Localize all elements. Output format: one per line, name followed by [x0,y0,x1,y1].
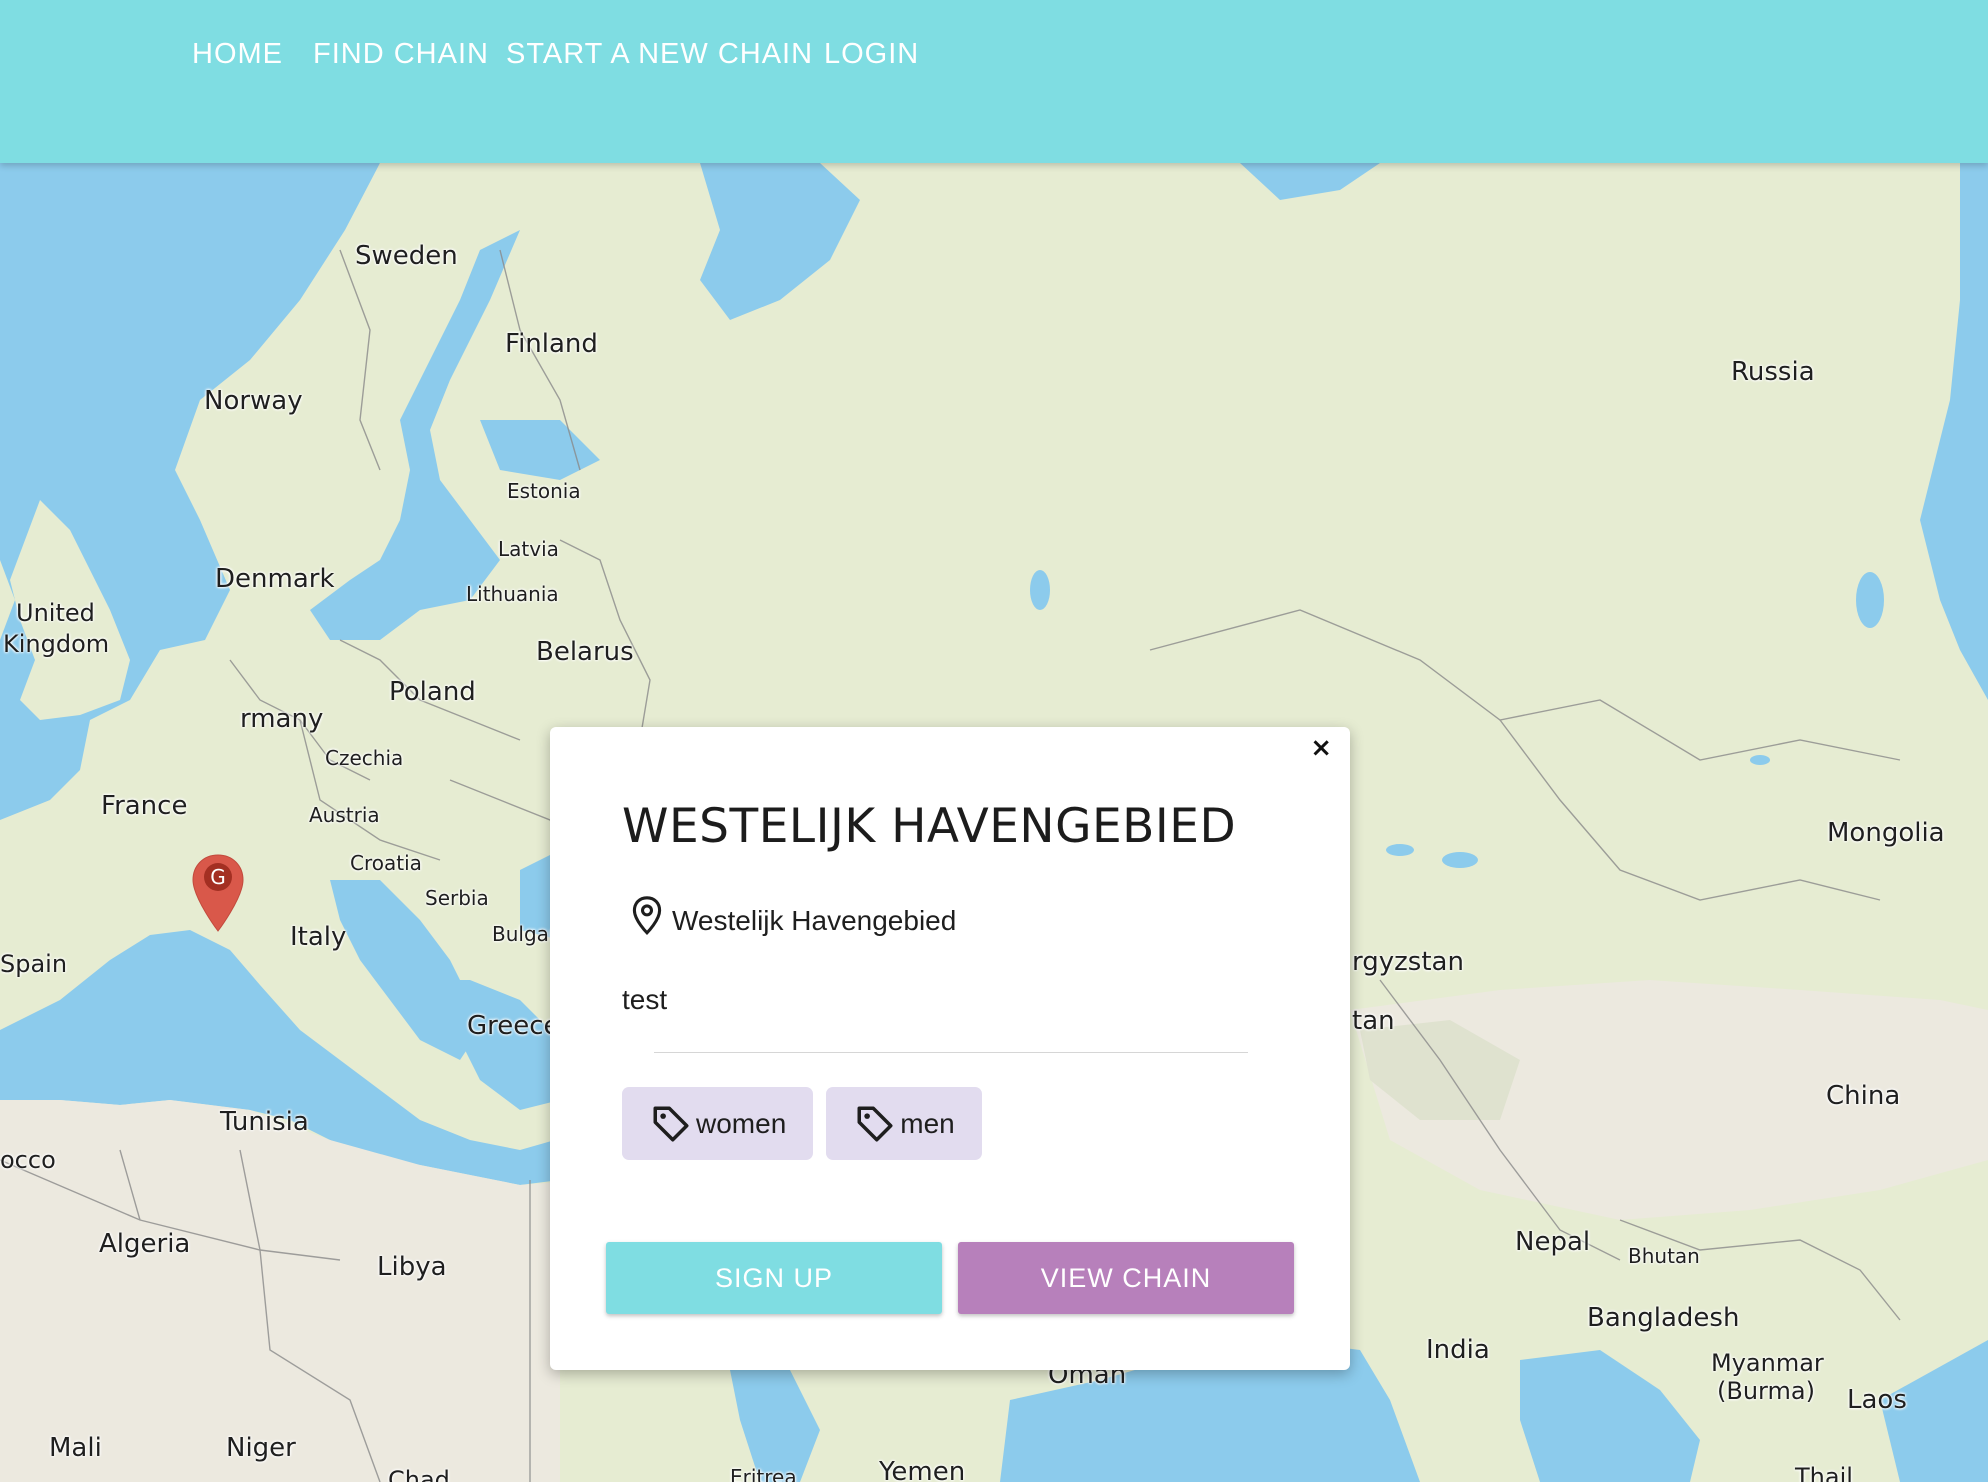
view-chain-button[interactable]: VIEW CHAIN [958,1242,1294,1314]
tag-women[interactable]: women [622,1087,814,1160]
map-label-morocco: occo [0,1146,56,1174]
tag-men[interactable]: men [826,1087,982,1160]
map-label-libya: Libya [377,1252,447,1282]
divider [654,1052,1248,1053]
map-label-chad: Chad [388,1466,450,1482]
nav-login-link[interactable]: LOGIN [824,38,919,71]
map-label-eritrea: Eritrea [730,1465,797,1482]
tag-label: men [900,1107,955,1139]
map-label-myanmar: Myanmar [1711,1349,1824,1377]
map-label-bulgaria: Bulgar [492,922,558,946]
map-label-thailand: Thail [1795,1463,1853,1482]
map-label-germany: rmany [240,704,324,734]
popup-description: test [622,984,668,1015]
map-label-latvia: Latvia [498,537,559,561]
map-label-bhutan: Bhutan [1628,1244,1700,1268]
map-label-lithuania: Lithuania [466,582,559,606]
tag-list: women men [622,1087,995,1160]
map-label-bangladesh: Bangladesh [1587,1303,1740,1333]
popup-location: Westelijk Havengebied [630,895,956,937]
popup-location-text: Westelijk Havengebied [672,905,957,936]
map-label-india: India [1426,1335,1490,1365]
close-icon[interactable]: × [1310,733,1332,763]
nav-find-chain-link[interactable]: FIND CHAIN [313,38,489,71]
map-label-russia: Russia [1731,357,1815,387]
nav-home-link[interactable]: HOME [192,38,283,71]
map-label-niger: Niger [226,1433,296,1463]
map-label-tunisia: Tunisia [220,1107,309,1137]
map-label-finland: Finland [505,329,598,359]
map-label-kingdom: Kingdom [3,630,110,658]
map-label-serbia: Serbia [425,886,489,910]
map-label-croatia: Croatia [350,851,422,875]
map-label-mali: Mali [49,1433,102,1463]
marker-letter: G [204,863,232,891]
map-label-yemen: Yemen [879,1457,966,1482]
map-label-laos: Laos [1847,1385,1907,1415]
map-label-mongolia: Mongolia [1827,818,1945,848]
tag-icon [857,1106,893,1141]
map-label-china: China [1826,1081,1901,1111]
popup-title: WESTELIJK HAVENGEBIED [622,799,1237,854]
sign-up-button[interactable]: SIGN UP [606,1242,942,1314]
location-pin-icon [632,896,662,935]
map-label-poland: Poland [389,677,476,707]
map-label-norway: Norway [204,386,303,416]
map-label-greece: Greece [467,1011,560,1041]
tag-label: women [696,1107,787,1139]
map-label-estonia: Estonia [507,479,581,503]
map-label-austria: Austria [309,803,380,827]
map-label-tajikistan: tan [1352,1006,1395,1036]
map-marker[interactable]: G [190,853,246,933]
map-label-united: United [16,599,95,627]
map-label-denmark: Denmark [215,564,335,594]
map-label-spain: Spain [0,950,68,978]
chain-popup: × WESTELIJK HAVENGEBIED Westelijk Haveng… [550,727,1350,1370]
map-label-kyrgyzstan: rgyzstan [1352,947,1464,977]
map-label-algeria: Algeria [99,1229,191,1259]
map-label-nepal: Nepal [1515,1227,1591,1257]
map-label-sweden: Sweden [355,241,458,271]
nav-start-chain-link[interactable]: START A NEW CHAIN [506,38,813,71]
map-label-belarus: Belarus [536,637,634,667]
map-label-czechia: Czechia [325,746,404,770]
tag-icon [653,1106,689,1141]
map-label-burma: (Burma) [1717,1377,1815,1405]
map-label-france: France [101,791,188,821]
map-label-italy: Italy [290,922,347,952]
top-navbar: HOME FIND CHAIN START A NEW CHAIN LOGIN [0,0,1988,163]
